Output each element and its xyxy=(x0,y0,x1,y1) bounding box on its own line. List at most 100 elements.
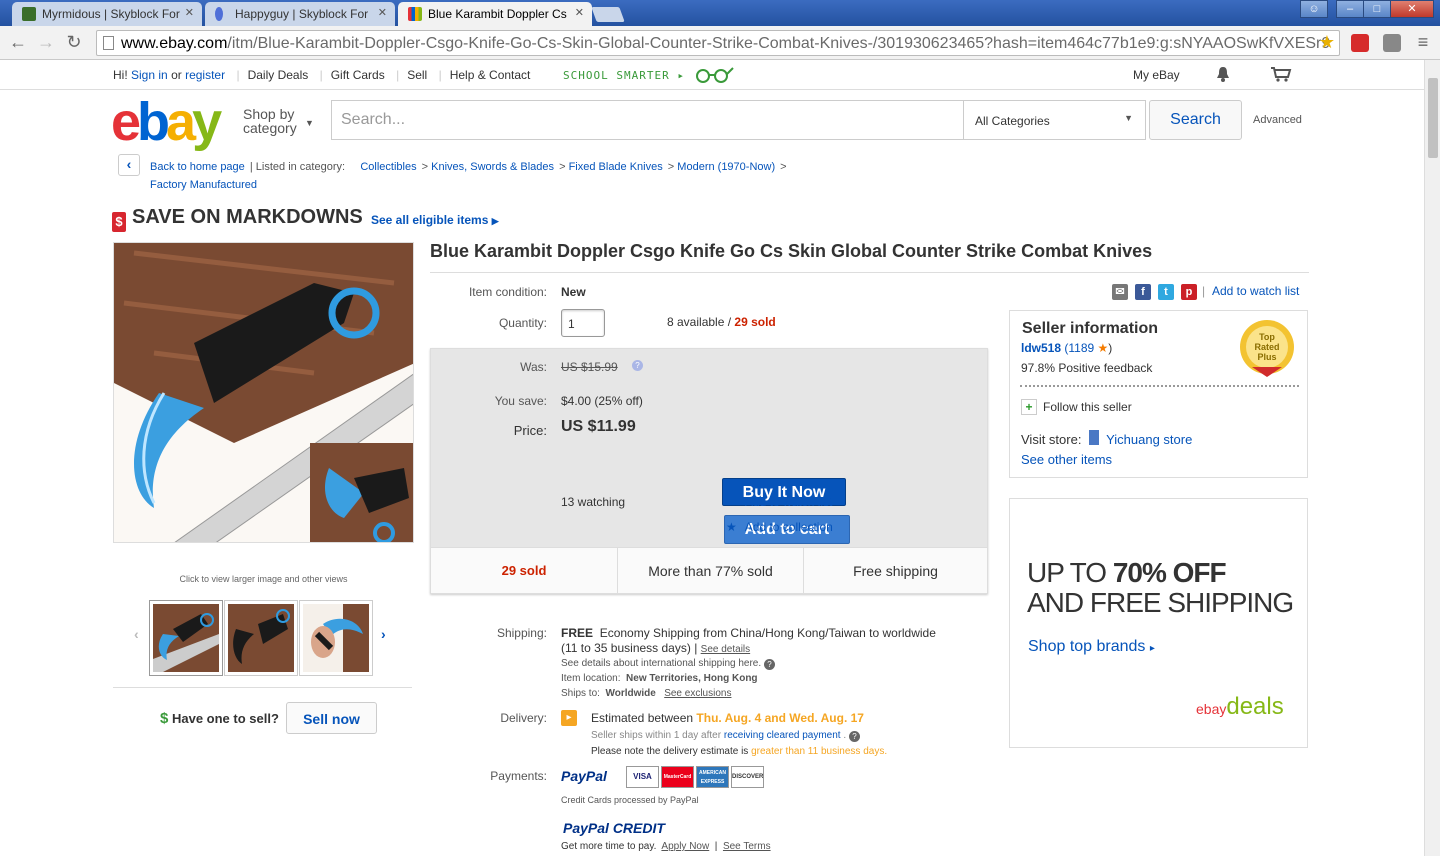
ebay-page: Hi! Sign in or register | Daily Deals | Gi… xyxy=(0,60,1424,856)
quantity-input[interactable]: 1 xyxy=(561,309,605,337)
chevron-down-icon: ▼ xyxy=(305,118,314,128)
close-tab-icon[interactable]: ✕ xyxy=(575,6,584,19)
help-icon[interactable]: ? xyxy=(848,731,860,742)
thumbnail[interactable] xyxy=(299,600,373,676)
my-ebay-link[interactable]: My eBay xyxy=(1133,68,1180,82)
page-scrollbar[interactable] xyxy=(1424,60,1440,856)
twitter-icon[interactable]: t xyxy=(1158,284,1174,300)
see-details-link[interactable]: See details xyxy=(701,644,750,655)
category-select[interactable]: All Categories ▼ xyxy=(963,100,1146,140)
pinterest-icon[interactable]: p xyxy=(1181,284,1197,300)
minimize-button[interactable]: – xyxy=(1336,0,1364,18)
sell-now-button[interactable]: Sell now xyxy=(286,702,377,734)
price-label: Price: xyxy=(513,423,547,438)
category-select-value: All Categories xyxy=(975,114,1050,128)
browser-tab[interactable]: Happyguy | Skyblock For ✕ xyxy=(205,2,395,26)
menu-icon[interactable]: ≡ xyxy=(1413,32,1433,53)
back-chevron-icon[interactable]: ‹ xyxy=(118,154,140,176)
collection-link-label: Add to collection xyxy=(744,520,833,534)
paypal-credit-logo: PayPal CREDIT xyxy=(563,820,665,836)
bookmark-star-icon[interactable]: ★ xyxy=(1319,32,1335,53)
shop-top-brands-link[interactable]: Shop top brands ▸ xyxy=(1028,638,1155,656)
new-tab-button[interactable] xyxy=(591,7,625,22)
see-terms-link[interactable]: See Terms xyxy=(723,841,771,852)
shop-by-category-button[interactable]: Shop by category ▼ xyxy=(243,106,314,135)
breadcrumb-factory[interactable]: Factory Manufactured xyxy=(150,179,257,191)
credit-note-text: Get more time to pay. xyxy=(561,841,657,852)
notification-bell-icon[interactable] xyxy=(1216,66,1230,82)
browser-tab-active[interactable]: Blue Karambit Doppler Cs ✕ xyxy=(398,2,592,26)
shipping-details: FREE Economy Shipping from China/Hong Ko… xyxy=(561,626,936,655)
register-link[interactable]: register xyxy=(185,68,225,82)
breadcrumb-fixed-blade[interactable]: Fixed Blade Knives xyxy=(569,161,663,173)
gift-cards-link[interactable]: Gift Cards xyxy=(331,68,385,82)
cleared-payment-link[interactable]: receiving cleared payment xyxy=(724,730,841,741)
see-eligible-items-link[interactable]: See all eligible items ▶ xyxy=(371,213,499,227)
thumbnail[interactable] xyxy=(149,600,223,676)
main-product-image[interactable] xyxy=(113,242,414,543)
help-icon[interactable]: ? xyxy=(632,360,643,371)
browser-tab[interactable]: Myrmidous | Skyblock For ✕ xyxy=(12,2,202,26)
follow-seller[interactable]: + Follow this seller xyxy=(1021,399,1132,415)
back-arrow-icon[interactable]: ← xyxy=(8,32,28,53)
browser-tab-label: Myrmidous | Skyblock For xyxy=(42,7,180,21)
seller-score[interactable]: (1189 xyxy=(1064,341,1094,355)
breadcrumb-knives[interactable]: Knives, Swords & Blades xyxy=(431,161,554,173)
condition-value: New xyxy=(561,285,586,299)
close-tab-icon[interactable]: ✕ xyxy=(378,6,387,19)
email-icon[interactable]: ✉ xyxy=(1112,284,1128,300)
search-button[interactable]: Search xyxy=(1149,100,1242,140)
add-to-watch-list-link[interactable]: Add to watch list xyxy=(1212,284,1299,298)
extension-icon[interactable] xyxy=(1351,34,1369,52)
sign-in-link[interactable]: Sign in xyxy=(131,68,168,82)
help-contact-link[interactable]: Help & Contact xyxy=(450,68,531,82)
help-icon[interactable]: ? xyxy=(763,659,775,670)
extension-icon[interactable] xyxy=(1383,34,1401,52)
cart-icon[interactable] xyxy=(1270,66,1292,82)
user-profile-icon[interactable]: ☺ xyxy=(1300,0,1328,18)
divider xyxy=(1020,385,1299,387)
ad-deals-text: deals xyxy=(1226,693,1284,720)
positive-feedback: 97.8% Positive feedback xyxy=(1021,361,1153,375)
promo-banner[interactable]: SCHOOL SMARTER ▸ xyxy=(563,66,735,84)
you-save-value: $4.00 (25% off) xyxy=(561,394,643,408)
apply-now-link[interactable]: Apply Now xyxy=(661,841,709,852)
intl-shipping-text: See details about international shipping… xyxy=(561,658,762,669)
back-to-home-link[interactable]: Back to home page xyxy=(150,161,245,173)
ebay-deals-logo: ebaydeals xyxy=(1196,693,1284,721)
advanced-search-link[interactable]: Advanced xyxy=(1253,114,1302,126)
see-other-items-link[interactable]: See other items xyxy=(1021,452,1112,467)
daily-deals-link[interactable]: Daily Deals xyxy=(248,68,309,82)
badge-text: Top Rated Plus xyxy=(1254,332,1280,362)
add-to-watch-list-link[interactable]: Add to watch list xyxy=(726,495,832,509)
advertisement[interactable]: UP TO 70% OFF AND FREE SHIPPING Shop top… xyxy=(1009,498,1308,748)
forward-arrow-icon[interactable]: → xyxy=(36,32,56,53)
seller-name-link[interactable]: ldw518 xyxy=(1021,341,1061,355)
add-to-collection-link[interactable]: ★ Add to collection xyxy=(726,520,833,534)
ebay-logo[interactable]: ebay xyxy=(111,95,222,149)
store-link[interactable]: Yichuang store xyxy=(1106,432,1192,447)
stats-bar: 29 sold More than 77% sold Free shipping xyxy=(431,547,987,594)
scrollbar-thumb[interactable] xyxy=(1428,78,1438,158)
search-input[interactable]: Search... xyxy=(331,100,964,140)
prev-thumbnail-icon[interactable]: ‹ xyxy=(134,626,139,642)
close-tab-icon[interactable]: ✕ xyxy=(185,6,194,19)
breadcrumb-collectibles[interactable]: Collectibles xyxy=(360,161,416,173)
markdowns-heading: $ SAVE ON MARKDOWNS xyxy=(112,206,363,232)
ships-to-value: Worldwide xyxy=(605,688,656,699)
close-window-button[interactable]: ✕ xyxy=(1390,0,1434,18)
address-bar[interactable]: www.ebay.com/itm/Blue-Karambit-Doppler-C… xyxy=(96,30,1340,56)
thumbnail-image xyxy=(228,604,294,672)
sold-stat: 29 sold xyxy=(501,563,547,578)
breadcrumb-modern[interactable]: Modern (1970-Now) xyxy=(677,161,775,173)
reload-icon[interactable]: ↻ xyxy=(64,32,84,53)
seller-information-box: Seller information ldw518 (1189 ★) 97.8%… xyxy=(1009,310,1308,478)
see-exclusions-link[interactable]: See exclusions xyxy=(664,688,731,699)
sell-link[interactable]: Sell xyxy=(407,68,427,82)
next-thumbnail-icon[interactable]: › xyxy=(381,626,386,642)
quantity-label: Quantity: xyxy=(498,316,547,330)
maximize-button[interactable]: □ xyxy=(1363,0,1391,18)
thumbnail[interactable] xyxy=(224,600,298,676)
facebook-icon[interactable]: f xyxy=(1135,284,1151,300)
shop-by-label: Shop by xyxy=(243,106,295,122)
